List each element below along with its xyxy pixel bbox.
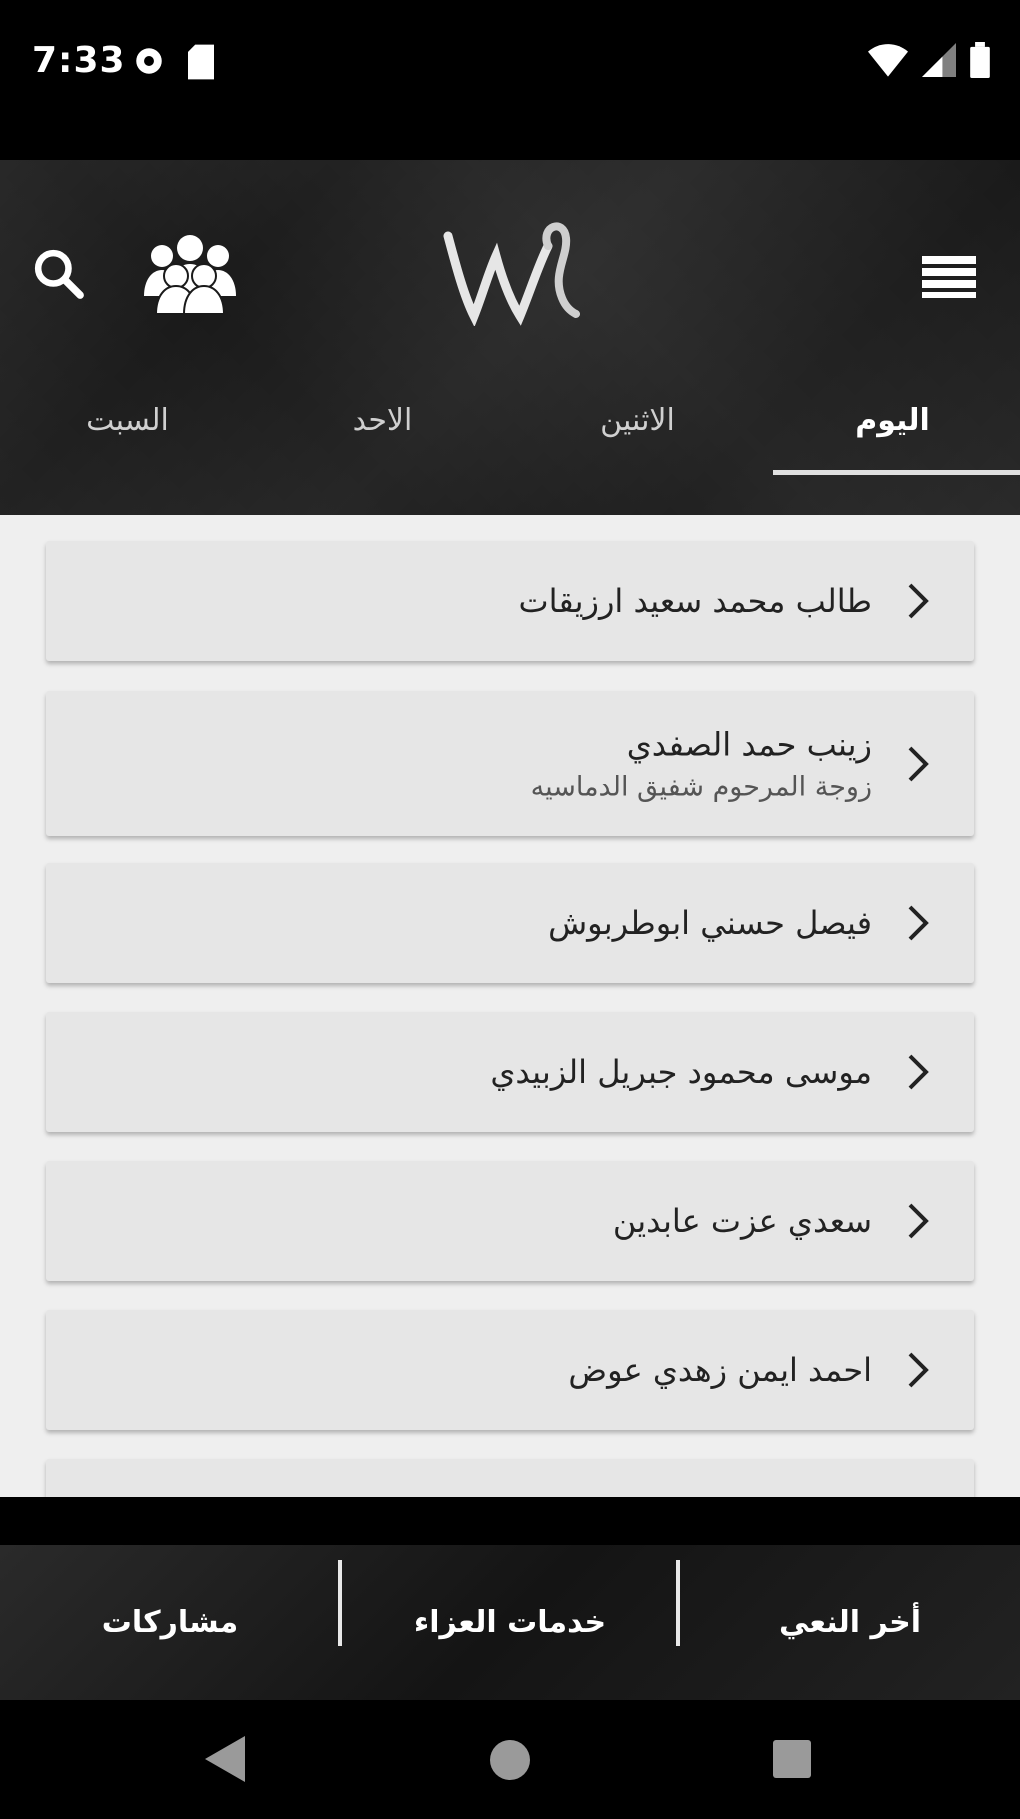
tab-monday[interactable]: الاثنين xyxy=(510,365,765,475)
list-item-title: فيصل حسني ابوطربوش xyxy=(548,904,872,942)
list-item[interactable]: فيصل حسني ابوطربوش xyxy=(46,863,974,983)
cell-signal-icon xyxy=(922,43,956,81)
list-item[interactable]: موسى محمود جبريل الزبيدي xyxy=(46,1012,974,1132)
sd-card-icon xyxy=(188,44,214,84)
list-item-title: سعدي عزت عابدين xyxy=(612,1202,872,1240)
bottom-bar-divider xyxy=(338,1560,342,1646)
bottom-tab-latest-obituaries[interactable]: أخر النعي xyxy=(680,1545,1020,1700)
list-item-title: احمد ايمن زهدي عوض xyxy=(568,1351,872,1389)
list-item[interactable]: زينب حمد الصفدي زوجة المرحوم شفيق الدماس… xyxy=(46,691,974,836)
list-item-title: زينب حمد الصفدي xyxy=(626,725,872,763)
recent-apps-icon[interactable] xyxy=(773,1740,811,1778)
status-bar: 7:33 xyxy=(0,0,1020,130)
wifi-icon xyxy=(868,43,908,81)
back-icon[interactable] xyxy=(205,1736,245,1782)
bottom-tab-condolence-services[interactable]: خدمات العزاء xyxy=(340,1545,680,1700)
battery-icon xyxy=(970,42,990,82)
chevron-right-icon xyxy=(908,1203,929,1239)
bottom-bar-divider xyxy=(676,1560,680,1646)
search-icon[interactable] xyxy=(30,245,86,301)
chevron-right-icon xyxy=(908,1054,929,1090)
list-item[interactable]: احمد ايمن زهدي عوض xyxy=(46,1310,974,1430)
bottom-tab-posts[interactable]: مشاركات xyxy=(0,1545,340,1700)
chevron-right-icon xyxy=(908,905,929,941)
chevron-right-icon xyxy=(908,583,929,619)
tab-sunday[interactable]: الاحد xyxy=(255,365,510,475)
list-item-title: موسى محمود جبريل الزبيدي xyxy=(490,1053,872,1091)
app-logo-icon xyxy=(440,216,580,327)
tab-today[interactable]: اليوم xyxy=(765,365,1020,475)
tab-saturday[interactable]: السبت xyxy=(0,365,255,475)
day-tabs: السبت الاحد الاثنين اليوم xyxy=(0,365,1020,475)
chevron-right-icon xyxy=(908,1352,929,1388)
group-icon[interactable] xyxy=(140,226,240,316)
status-time: 7:33 xyxy=(32,40,126,81)
obituary-list[interactable]: طالب محمد سعيد ارزيقات زينب حمد الصفدي ز… xyxy=(0,515,1020,1497)
app-header: السبت الاحد الاثنين اليوم xyxy=(0,160,1020,515)
chevron-right-icon xyxy=(908,746,929,781)
home-icon[interactable] xyxy=(490,1740,530,1780)
list-item[interactable]: سعدي عزت عابدين xyxy=(46,1161,974,1281)
list-item[interactable] xyxy=(46,1459,974,1497)
settings-status-icon xyxy=(132,44,166,84)
list-item[interactable]: طالب محمد سعيد ارزيقات xyxy=(46,541,974,661)
list-item-subtitle: زوجة المرحوم شفيق الدماسيه xyxy=(530,771,872,802)
menu-icon[interactable] xyxy=(922,254,976,300)
bottom-tab-bar: أخر النعي خدمات العزاء مشاركات xyxy=(0,1545,1020,1700)
list-item-title: طالب محمد سعيد ارزيقات xyxy=(518,582,872,620)
system-nav-bar xyxy=(0,1700,1020,1819)
